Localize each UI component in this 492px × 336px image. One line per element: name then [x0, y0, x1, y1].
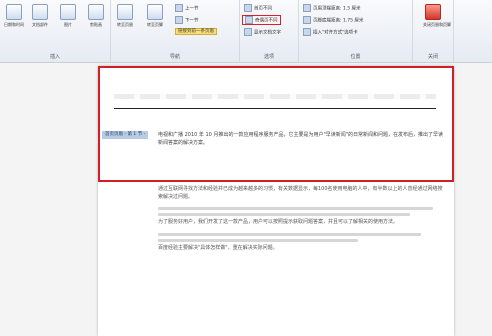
- arrow-up-icon: [175, 4, 183, 12]
- ribbon-group-options: 首页不同 奇偶页不同 显示文档文字 选项: [240, 0, 299, 62]
- document-body[interactable]: 通过互联网寻找方法和经验并已成为越来越多的习惯，有关数据显示，每100名使用电脑…: [158, 186, 444, 258]
- footer-icon: [147, 4, 163, 20]
- calendar-icon: [6, 4, 22, 20]
- different-first-page-checkbox[interactable]: 首页不同: [244, 4, 272, 12]
- header-top-distance[interactable]: 页眉顶端距离: 1.5 厘米: [303, 4, 361, 12]
- paragraph: 通过互联网寻找方法和经验并已成为越来越多的习惯，有关数据显示，每100名使用电脑…: [158, 186, 443, 200]
- footer-position-icon: [303, 16, 311, 24]
- document-page: 首页页眉 - 第 1 节 - 电视和广播 2010 年 10 月推出的一款应用程…: [98, 66, 454, 336]
- group-label-navigation: 导航: [169, 54, 180, 60]
- header-tag: 首页页眉 - 第 1 节 -: [102, 131, 149, 139]
- clip-art-icon: [88, 4, 104, 20]
- link-to-previous-button[interactable]: 链接到前一条页眉: [175, 28, 217, 36]
- checkbox-icon: [244, 28, 252, 36]
- group-label-options: 选项: [263, 54, 274, 60]
- prev-section-button[interactable]: 上一节: [175, 4, 199, 12]
- ribbon-group-insert: 日期和时间 文档部件 图片 剪贴画 插入: [0, 0, 111, 62]
- picture-icon: [60, 4, 76, 20]
- date-time-button[interactable]: 日期和时间: [4, 4, 24, 27]
- group-label-close: 关闭: [427, 54, 438, 60]
- document-parts-icon: [32, 4, 48, 20]
- group-label-position: 位置: [350, 54, 361, 60]
- show-document-text-checkbox[interactable]: 显示文档文字: [244, 28, 281, 36]
- insert-alignment-tab-button[interactable]: 插入"对齐方式"选项卡: [303, 28, 358, 36]
- arrow-down-icon: [175, 16, 183, 24]
- header-content: [114, 94, 436, 99]
- checkbox-icon: [245, 16, 253, 24]
- header-icon: [117, 4, 133, 20]
- header-rule: [114, 108, 436, 109]
- align-tab-icon: [303, 28, 311, 36]
- goto-header-button[interactable]: 转至页眉: [115, 4, 135, 27]
- goto-footer-button[interactable]: 转至页脚: [145, 4, 165, 27]
- header-text[interactable]: 电视和广播 2010 年 10 月推出的一款应用程序服务产品，它主要是为用户"早…: [158, 131, 444, 147]
- ribbon-group-position: 页眉顶端距离: 1.5 厘米 页脚底端距离: 1.75 厘米 插入"对齐方式"选…: [299, 0, 413, 62]
- text-line: [158, 238, 359, 242]
- checkbox-icon: [244, 4, 252, 12]
- quick-parts-button[interactable]: 文档部件: [30, 4, 50, 27]
- text-line: [158, 232, 422, 236]
- paragraph: 百度经验主要解决"具体怎样做"，重在解决实际问题。: [158, 244, 278, 251]
- text-line: [158, 213, 410, 217]
- header-area[interactable]: 首页页眉 - 第 1 节 - 电视和广播 2010 年 10 月推出的一款应用程…: [98, 66, 454, 182]
- text-line: [158, 207, 433, 211]
- ribbon-group-navigation: 转至页眉 转至页脚 上一节 下一节 链接到前一条页眉 导航: [111, 0, 240, 62]
- header-position-icon: [303, 4, 311, 12]
- close-header-footer-button[interactable]: 关闭页眉和页脚: [423, 4, 451, 27]
- clip-art-button[interactable]: 剪贴画: [86, 4, 106, 27]
- picture-button[interactable]: 图片: [58, 4, 78, 27]
- close-icon: [425, 4, 441, 20]
- different-odd-even-checkbox[interactable]: 奇偶页不同: [242, 15, 281, 25]
- footer-bottom-distance[interactable]: 页脚底端距离: 1.75 厘米: [303, 16, 363, 24]
- paragraph: 为了服务好用户，我们开发了这一款产品，用户可以按照提示获取问题答案，并且可以了解…: [158, 219, 399, 226]
- ribbon-group-close: 关闭页眉和页脚 关闭: [413, 0, 454, 62]
- next-section-button[interactable]: 下一节: [175, 16, 199, 24]
- ribbon: 日期和时间 文档部件 图片 剪贴画 插入 转至页眉 转至页脚 上一节 下一节 链…: [0, 0, 492, 63]
- group-label-insert: 插入: [49, 54, 60, 60]
